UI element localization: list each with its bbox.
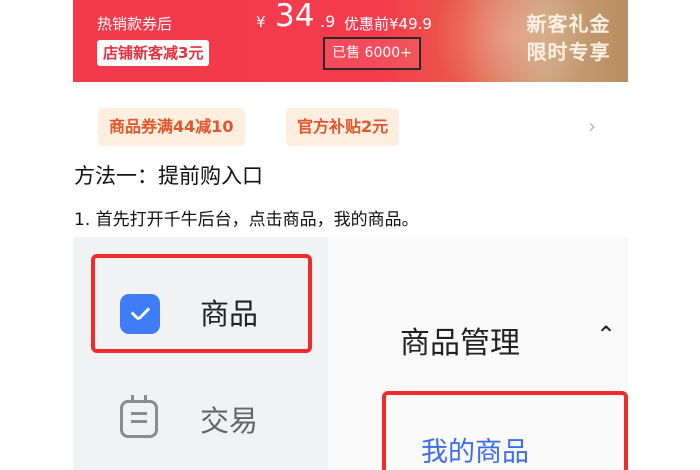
- coupon-price: 34: [275, 0, 315, 34]
- qianniu-submenu: 商品管理 ⌃ 我的商品: [328, 237, 628, 470]
- method-heading: 方法一：提前购入口: [74, 164, 263, 188]
- sold-count-highlight: 已售 6000+: [323, 37, 421, 70]
- hot-sale-label: 热销款券后: [97, 15, 173, 33]
- banner-title-line-1: 新客礼金: [526, 12, 611, 36]
- step-1-text: 1. 首先打开千牛后台，点击商品，我的商品。: [74, 210, 419, 230]
- sidebar-item-goods[interactable]: 商品: [200, 291, 258, 333]
- chevron-right-icon[interactable]: ›: [588, 114, 596, 138]
- chevron-up-icon[interactable]: ⌃: [596, 321, 616, 349]
- currency-symbol: ¥: [256, 13, 266, 31]
- my-goods-link[interactable]: 我的商品: [421, 430, 529, 469]
- goods-management-header[interactable]: 商品管理: [400, 318, 520, 362]
- store-discount-badge: 店铺新客减3元: [97, 40, 210, 66]
- goods-icon[interactable]: [120, 294, 160, 334]
- trade-icon[interactable]: [120, 395, 158, 438]
- promo-banner[interactable]: 热销款券后 ¥ 34 .9 优惠前¥49.9 店铺新客减3元 已售 6000+ …: [73, 0, 628, 82]
- qianniu-sidebar: 商品 交易: [73, 237, 328, 470]
- sidebar-item-trade[interactable]: 交易: [200, 398, 258, 440]
- banner-title: 新客礼金 限时专享: [521, 10, 616, 66]
- coupon-chip-subsidy[interactable]: 官方补贴2元: [286, 108, 400, 146]
- coupon-chip-goods[interactable]: 商品券满44减10: [98, 108, 245, 146]
- banner-title-line-2: 限时专享: [526, 40, 611, 64]
- original-price: 优惠前¥49.9: [344, 15, 432, 33]
- coupon-price-decimal: .9: [320, 12, 336, 31]
- embedded-screenshot: 商品 交易 商品管理 ⌃ 我的商品: [73, 237, 628, 470]
